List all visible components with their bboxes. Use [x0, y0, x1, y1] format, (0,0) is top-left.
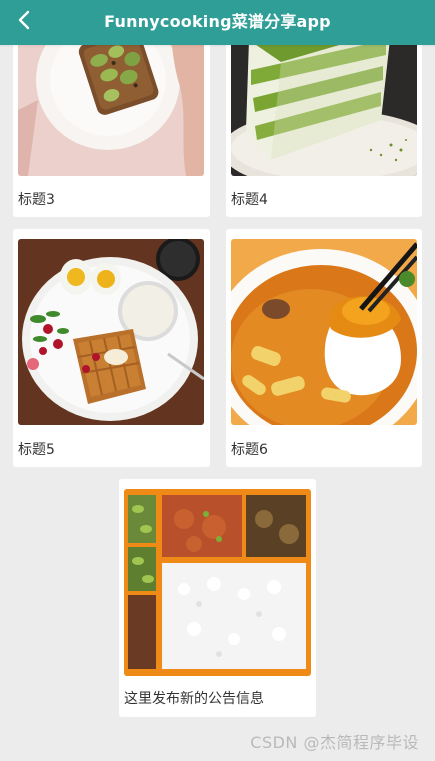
watermark: CSDN @杰简程序毕设 [250, 733, 419, 752]
recipe-title: 标题3 [18, 192, 55, 208]
notice-image[interactable] [124, 489, 311, 676]
recipe-image[interactable] [18, 239, 204, 425]
recipe-card[interactable]: 标题6 [226, 229, 422, 467]
recipe-image[interactable] [231, 239, 417, 425]
recipe-title: 标题5 [18, 442, 55, 458]
app-screen: Funnycooking菜谱分享app 标题3 标题4 标题5 标题6 这里发布… [0, 0, 435, 761]
recipe-title: 标题4 [231, 192, 268, 208]
notice-card[interactable]: 这里发布新的公告信息 [119, 479, 316, 717]
page-title: Funnycooking菜谱分享app [104, 12, 331, 31]
app-header: Funnycooking菜谱分享app [0, 0, 435, 45]
notice-text: 这里发布新的公告信息 [124, 691, 264, 707]
recipe-title: 标题6 [231, 442, 268, 458]
recipe-card[interactable]: 标题5 [13, 229, 210, 467]
